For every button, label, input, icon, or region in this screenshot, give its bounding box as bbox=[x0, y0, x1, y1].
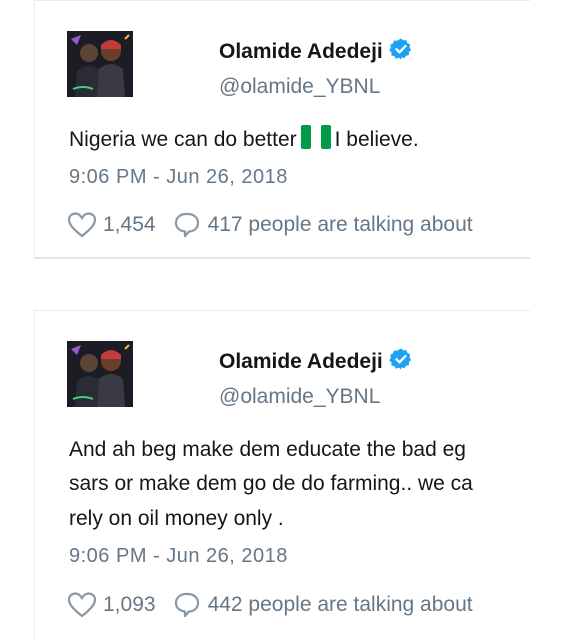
heart-icon bbox=[67, 592, 97, 618]
reply-count-text: 417 people are talking about bbox=[207, 213, 473, 236]
like-button[interactable]: 1,454 bbox=[67, 211, 156, 239]
avatar[interactable] bbox=[67, 31, 133, 97]
reply-button[interactable]: 442 people are talking about bbox=[172, 591, 473, 619]
avatar[interactable] bbox=[67, 341, 133, 407]
author-name[interactable]: Olamide Adedeji bbox=[219, 347, 413, 377]
author-handle[interactable]: @olamide_YBNL bbox=[219, 75, 380, 99]
like-count: 1,454 bbox=[103, 213, 156, 236]
tweet-actions: 1,454 417 people are talking about bbox=[67, 210, 473, 240]
reply-bubble-icon bbox=[174, 212, 199, 238]
tweet-actions: 1,093 442 people are talking about bbox=[67, 590, 473, 620]
tweet-text-part: Nigeria we can do better bbox=[69, 128, 297, 151]
tweet-card[interactable]: Olamide Adedeji @olamide_YBNL And ah beg… bbox=[34, 310, 530, 640]
tweet-text-line-2: sars or make dem go de do farming.. we c… bbox=[69, 472, 473, 495]
heart-icon bbox=[67, 212, 97, 238]
verified-badge-icon bbox=[389, 37, 413, 67]
tweet-timestamp[interactable]: 9:06 PM - Jun 26, 2018 bbox=[69, 166, 288, 189]
author-name-text[interactable]: Olamide Adedeji bbox=[219, 350, 383, 373]
card-divider bbox=[34, 257, 530, 259]
like-button[interactable]: 1,093 bbox=[67, 591, 156, 619]
reply-button[interactable]: 417 people are talking about bbox=[172, 211, 473, 239]
author-name[interactable]: Olamide Adedeji bbox=[219, 37, 413, 67]
tweet-text-line-3: rely on oil money only . bbox=[69, 507, 284, 530]
tweet-text-part: I believe. bbox=[334, 128, 419, 151]
like-count: 1,093 bbox=[103, 593, 156, 616]
tweet-text-line-1: And ah beg make dem educate the bad eg bbox=[69, 438, 466, 461]
author-handle[interactable]: @olamide_YBNL bbox=[219, 385, 380, 409]
reply-count-text: 442 people are talking about bbox=[207, 593, 473, 616]
tweet-card[interactable]: Olamide Adedeji @olamide_YBNL Nigeria we… bbox=[34, 0, 530, 258]
tweet-text: Nigeria we can do better I believe. bbox=[69, 122, 419, 161]
tweet-timestamp[interactable]: 9:06 PM - Jun 26, 2018 bbox=[69, 545, 288, 568]
verified-badge-icon bbox=[389, 347, 413, 377]
nigeria-flag-icon bbox=[300, 125, 331, 161]
author-name-text[interactable]: Olamide Adedeji bbox=[219, 40, 383, 63]
reply-bubble-icon bbox=[174, 592, 199, 618]
